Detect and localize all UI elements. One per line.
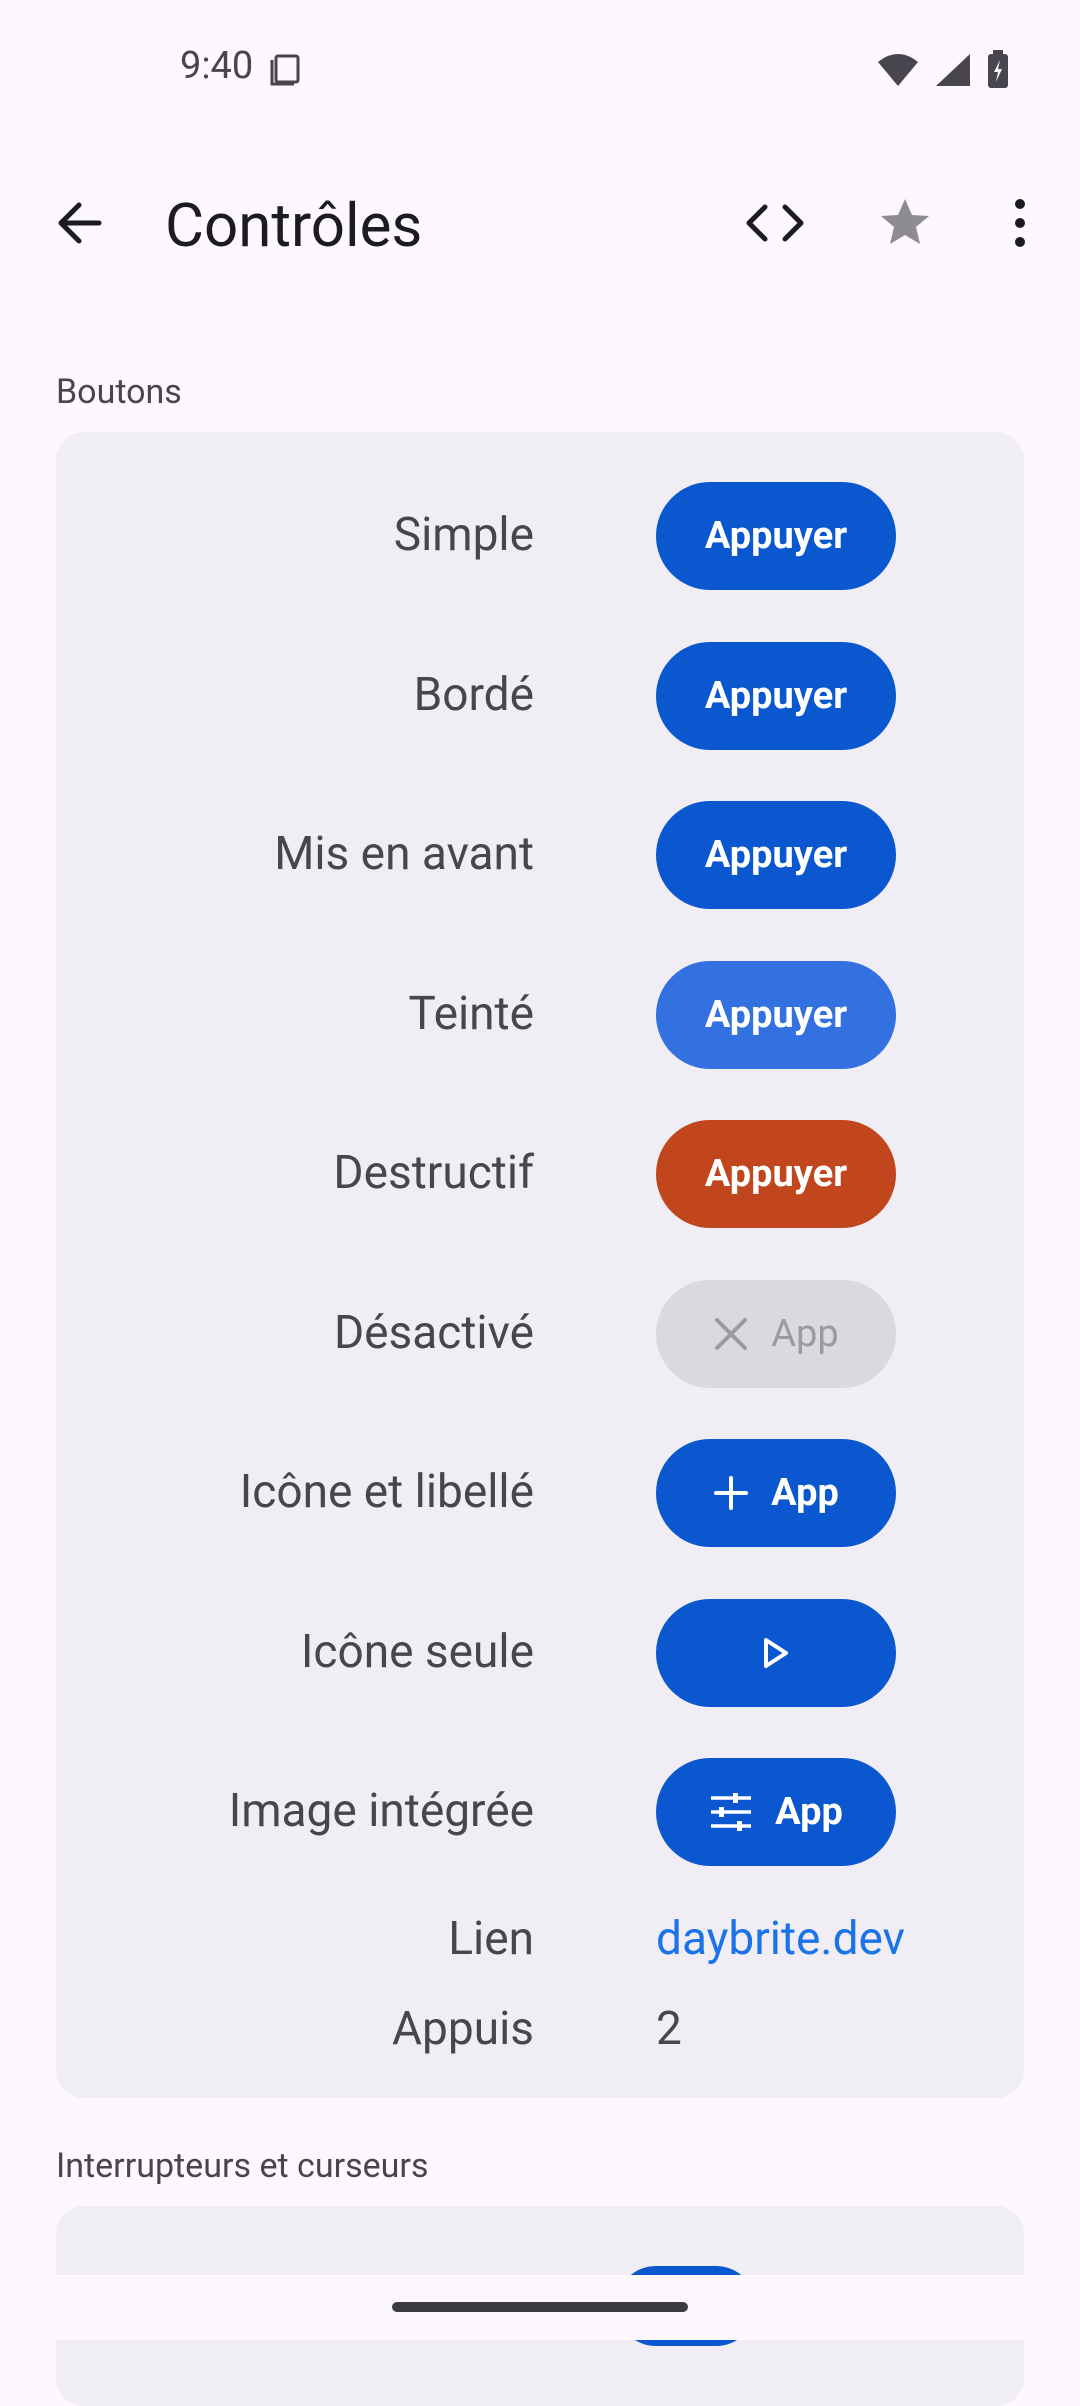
star-icon (881, 199, 929, 244)
row-label-elevated: Mis en avant (274, 827, 534, 881)
status-icons (876, 50, 1010, 94)
view-code-button[interactable] (740, 188, 810, 258)
tinted-button[interactable]: Appuyer (656, 961, 896, 1069)
buttons-card: Simple Appuyer Bordé Appuyer Mis en avan… (56, 432, 1024, 2098)
row-label-simple: Simple (393, 508, 534, 562)
disabled-button: App (656, 1280, 896, 1388)
more-vert-icon (1015, 199, 1025, 247)
button-label: Appuyer (704, 1152, 848, 1196)
destructive-button[interactable]: Appuyer (656, 1120, 896, 1228)
outlined-button[interactable]: Appuyer (656, 642, 896, 750)
top-app-bar: Contrôles (0, 170, 1080, 280)
link[interactable]: daybrite.dev (656, 1912, 905, 1966)
row-label-icon-label: Icône et libellé (239, 1465, 534, 1519)
status-bar: 9:40 (0, 0, 1080, 140)
taps-count: 2 (656, 2002, 682, 2056)
tune-icon (711, 1793, 752, 1831)
button-label: App (771, 1471, 839, 1515)
row-label-outlined: Bordé (413, 668, 534, 722)
status-time: 9:40 (180, 44, 254, 88)
favorite-button[interactable] (870, 188, 940, 258)
row-label-destructive: Destructif (333, 1146, 534, 1200)
section-label-switches: Interrupteurs et curseurs (56, 2146, 429, 2186)
icon-label-button[interactable]: App (656, 1439, 896, 1547)
screen-icon (268, 52, 304, 88)
row-label-disabled: Désactivé (333, 1306, 534, 1360)
arrow-back-icon (58, 202, 102, 244)
elevated-button[interactable]: Appuyer (656, 801, 896, 909)
row-label-taps: Appuis (392, 2002, 534, 2056)
row-label-tinted: Teinté (408, 987, 534, 1041)
add-icon (714, 1476, 749, 1510)
signal-icon (934, 52, 972, 92)
button-label: Appuyer (704, 674, 848, 718)
row-label-image: Image intégrée (228, 1784, 534, 1838)
code-icon (746, 204, 804, 242)
icon-only-button[interactable] (656, 1599, 896, 1707)
play-icon (764, 1638, 788, 1668)
back-button[interactable] (44, 188, 114, 258)
section-label-buttons: Boutons (56, 372, 182, 412)
home-indicator[interactable] (392, 2302, 688, 2312)
page-title: Contrôles (165, 190, 423, 261)
battery-icon (986, 50, 1010, 94)
button-label: Appuyer (704, 993, 848, 1037)
button-label: Appuyer (704, 514, 848, 558)
button-label: Appuyer (704, 833, 848, 877)
row-label-link: Lien (448, 1912, 534, 1966)
button-label: App (771, 1312, 839, 1356)
close-icon (715, 1318, 748, 1350)
image-button[interactable]: App (656, 1758, 896, 1866)
simple-button[interactable]: Appuyer (656, 482, 896, 590)
wifi-icon (876, 52, 920, 92)
row-label-icon-only: Icône seule (300, 1625, 534, 1679)
button-label: App (775, 1790, 843, 1834)
more-options-button[interactable] (985, 188, 1055, 258)
